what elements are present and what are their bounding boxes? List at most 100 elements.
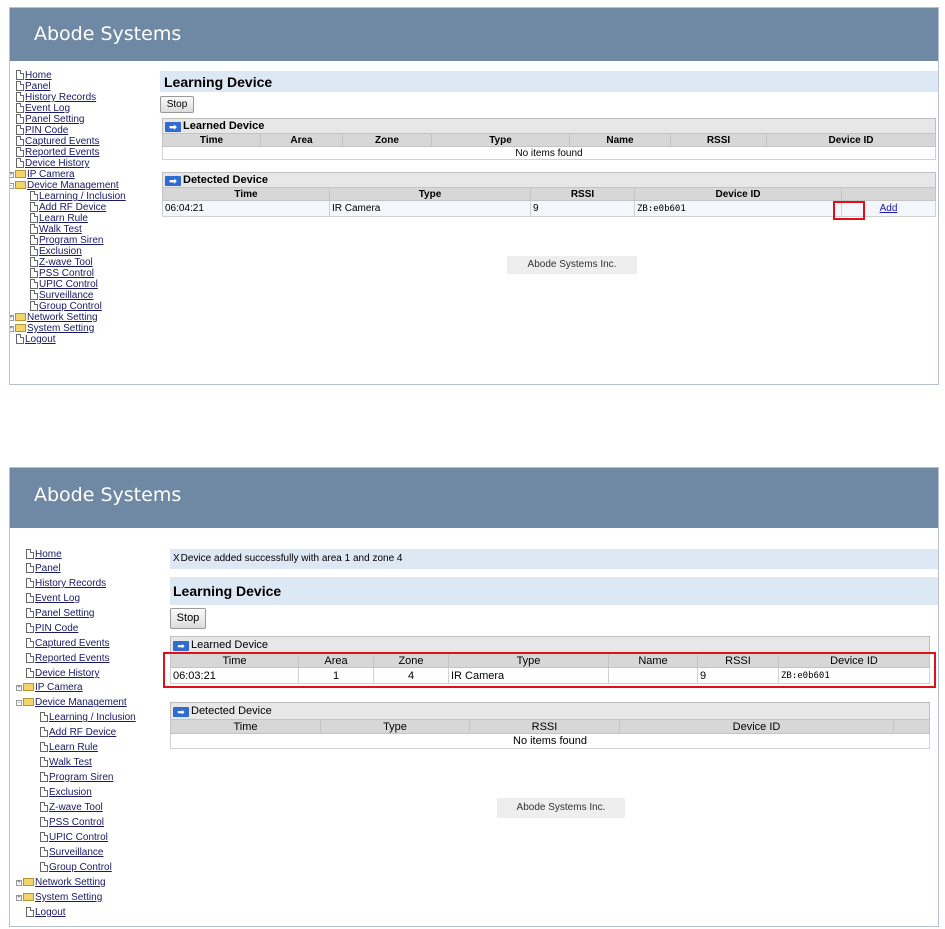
page-icon: [26, 593, 34, 603]
nav-surveillance[interactable]: Surveillance: [30, 290, 93, 301]
add-device-link[interactable]: Add: [880, 203, 898, 214]
nav-ip-camera[interactable]: + IP Camera: [10, 169, 75, 180]
brand-title: Abode Systems: [34, 23, 182, 45]
nav-captured-events[interactable]: Captured Events: [26, 638, 110, 649]
stop-button[interactable]: Stop: [170, 608, 206, 629]
nav-captured-events[interactable]: Captured Events: [16, 136, 100, 147]
col-time[interactable]: Time: [162, 187, 330, 201]
col-type[interactable]: Type: [320, 719, 470, 734]
nav-panel-setting[interactable]: Panel Setting: [16, 114, 85, 125]
collapse-icon[interactable]: -: [16, 700, 22, 706]
col-rssi[interactable]: RSSI: [670, 133, 767, 147]
nav-home[interactable]: Home: [16, 70, 52, 81]
nav-surveillance[interactable]: Surveillance: [40, 847, 103, 858]
nav-upic-control[interactable]: UPIC Control: [30, 279, 98, 290]
nav-exclusion[interactable]: Exclusion: [30, 246, 82, 257]
stop-button[interactable]: Stop: [160, 96, 194, 113]
nav-exclusion[interactable]: Exclusion: [40, 787, 92, 798]
nav-add-rf-device[interactable]: Add RF Device: [40, 727, 116, 738]
col-rssi[interactable]: RSSI: [530, 187, 635, 201]
detected-device-table: Time Type RSSI Device ID 06:04:21 IR Cam…: [162, 187, 936, 217]
detected-device-table: Time Type RSSI Device ID No items found: [170, 719, 930, 749]
nav-device-history[interactable]: Device History: [26, 668, 99, 679]
page-icon: [26, 578, 34, 588]
nav-group-control[interactable]: Group Control: [30, 301, 102, 312]
nav-pss-control[interactable]: PSS Control: [40, 817, 104, 828]
col-device-id[interactable]: Device ID: [766, 133, 936, 147]
success-notice: XDevice added successfully with area 1 a…: [170, 549, 938, 569]
col-type[interactable]: Type: [329, 187, 531, 201]
col-name[interactable]: Name: [569, 133, 671, 147]
col-time[interactable]: Time: [170, 719, 321, 734]
nav-logout[interactable]: Logout: [26, 907, 66, 918]
nav-history-records[interactable]: History Records: [16, 92, 96, 103]
nav-home[interactable]: Home: [26, 549, 62, 560]
nav-system-setting[interactable]: + System Setting: [10, 323, 94, 334]
nav-logout[interactable]: Logout: [16, 334, 56, 345]
nav-zwave-tool[interactable]: Z-wave Tool: [40, 802, 103, 813]
nav-learning-inclusion[interactable]: Learning / Inclusion: [30, 191, 126, 202]
nav-add-rf-device[interactable]: Add RF Device: [30, 202, 106, 213]
nav-reported-events[interactable]: Reported Events: [16, 147, 100, 158]
nav-pin-code[interactable]: PIN Code: [16, 125, 68, 136]
page-title-bar: Learning Device: [170, 577, 938, 605]
nav-program-siren[interactable]: Program Siren: [30, 235, 103, 246]
page-icon: [40, 817, 48, 827]
page-icon: [16, 70, 24, 80]
folder-icon: [15, 313, 26, 321]
expand-icon[interactable]: +: [16, 895, 22, 901]
page-icon: [26, 907, 34, 917]
nav-panel[interactable]: Panel: [16, 81, 51, 92]
expand-icon[interactable]: +: [10, 172, 14, 178]
col-device-id[interactable]: Device ID: [619, 719, 894, 734]
collapse-icon[interactable]: -: [10, 183, 14, 189]
nav-history-records[interactable]: History Records: [26, 578, 106, 589]
page-icon: [40, 832, 48, 842]
cell-time: 06:04:21: [162, 200, 330, 217]
col-type[interactable]: Type: [431, 133, 570, 147]
nav-learning-inclusion[interactable]: Learning / Inclusion: [40, 712, 136, 723]
nav-pin-code[interactable]: PIN Code: [26, 623, 78, 634]
nav-system-setting[interactable]: + System Setting: [16, 892, 102, 903]
page-icon: [16, 147, 24, 157]
nav-device-history[interactable]: Device History: [16, 158, 89, 169]
folder-icon: [15, 170, 26, 178]
nav-device-management[interactable]: - Device Management: [10, 180, 119, 191]
nav-learn-rule[interactable]: Learn Rule: [40, 742, 98, 753]
nav-device-management[interactable]: - Device Management: [16, 697, 127, 708]
expand-icon[interactable]: +: [10, 326, 14, 332]
screenshot-bottom: Abode Systems Home Panel History Records…: [9, 467, 939, 927]
nav-event-log[interactable]: Event Log: [16, 103, 70, 114]
expand-icon[interactable]: +: [10, 315, 14, 321]
detected-device-header: ➡ Detected Device: [162, 172, 936, 188]
col-zone[interactable]: Zone: [342, 133, 432, 147]
nav-upic-control[interactable]: UPIC Control: [40, 832, 108, 843]
nav-network-setting[interactable]: + Network Setting: [10, 312, 98, 323]
nav-group-control[interactable]: Group Control: [40, 862, 112, 873]
nav-walk-test[interactable]: Walk Test: [30, 224, 82, 235]
nav-walk-test[interactable]: Walk Test: [40, 757, 92, 768]
page-icon: [40, 712, 48, 722]
close-notice-icon[interactable]: X: [173, 549, 180, 569]
page-icon: [30, 213, 38, 223]
expand-icon[interactable]: +: [16, 880, 22, 886]
nav-learn-rule[interactable]: Learn Rule: [30, 213, 88, 224]
col-device-id[interactable]: Device ID: [634, 187, 842, 201]
page-title-bar: Learning Device: [160, 71, 938, 92]
page-icon: [16, 114, 24, 124]
nav-reported-events[interactable]: Reported Events: [26, 653, 110, 664]
nav-panel[interactable]: Panel: [26, 563, 61, 574]
expand-icon[interactable]: +: [16, 685, 22, 691]
page-icon: [40, 802, 48, 812]
nav-panel-setting[interactable]: Panel Setting: [26, 608, 95, 619]
nav-pss-control[interactable]: PSS Control: [30, 268, 94, 279]
folder-icon: [15, 324, 26, 332]
nav-network-setting[interactable]: + Network Setting: [16, 877, 106, 888]
nav-zwave-tool[interactable]: Z-wave Tool: [30, 257, 93, 268]
col-rssi[interactable]: RSSI: [469, 719, 620, 734]
col-time[interactable]: Time: [162, 133, 261, 147]
nav-program-siren[interactable]: Program Siren: [40, 772, 113, 783]
col-area[interactable]: Area: [260, 133, 343, 147]
nav-ip-camera[interactable]: + IP Camera: [16, 682, 83, 693]
nav-event-log[interactable]: Event Log: [26, 593, 80, 604]
